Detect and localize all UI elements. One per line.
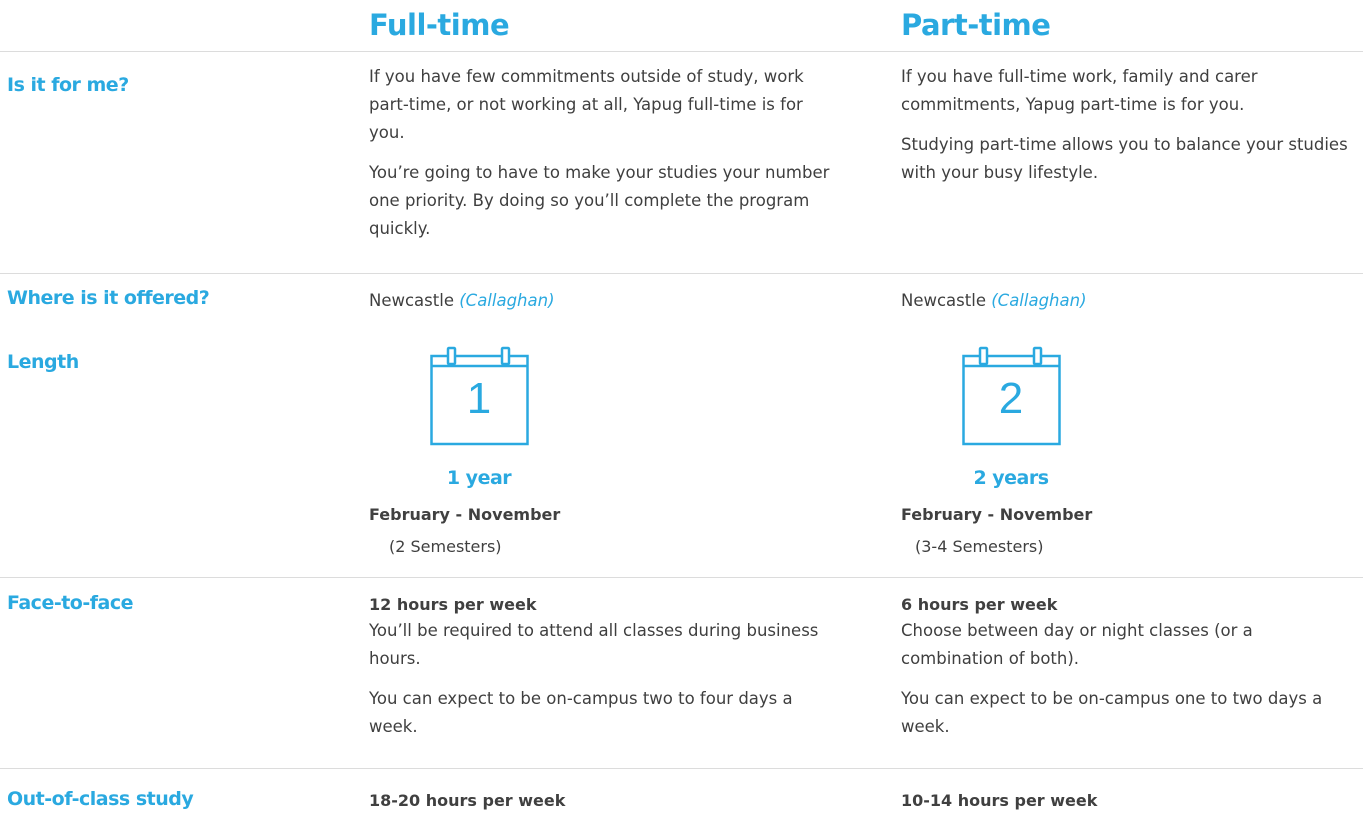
for-me-full-time-paragraph-2: You’re going to have to make your studie… xyxy=(369,163,830,238)
row-label-out-of-class-study: Out-of-class study xyxy=(7,788,194,810)
out-of-class-part-time-hours: 10-14 hours per week xyxy=(901,791,1098,810)
face-to-face-full-time: 12 hours per week You’ll be required to … xyxy=(369,593,834,753)
face-to-face-part-time-hours: 6 hours per week xyxy=(901,595,1058,614)
offered-part-time: Newcastle (Callaghan) xyxy=(901,287,1087,315)
length-full-time-semesters: (2 Semesters) xyxy=(389,537,502,556)
calendar-number: 2 xyxy=(998,374,1024,423)
face-to-face-full-time-paragraph-2: You can expect to be on-campus two to fo… xyxy=(369,689,793,736)
offered-part-time-campus: (Callaghan) xyxy=(991,291,1087,310)
length-part-time-semesters: (3-4 Semesters) xyxy=(915,537,1044,556)
for-me-part-time-paragraph-2: Studying part-time allows you to balance… xyxy=(901,135,1348,182)
for-me-full-time-paragraph-1: If you have few commitments outside of s… xyxy=(369,67,804,142)
row-label-where-offered: Where is it offered? xyxy=(7,287,210,309)
length-part-time-duration: 2 years xyxy=(973,467,1049,489)
column-heading-part-time: Part-time xyxy=(901,8,1051,42)
face-to-face-part-time-paragraph-1: Choose between day or night classes (or … xyxy=(901,621,1253,668)
offered-part-time-city: Newcastle xyxy=(901,291,986,310)
column-heading-full-time: Full-time xyxy=(369,8,510,42)
length-full-time-months: February - November xyxy=(369,505,561,524)
divider xyxy=(0,51,1363,52)
divider xyxy=(0,577,1363,578)
row-label-face-to-face: Face-to-face xyxy=(7,592,133,614)
out-of-class-full-time-hours: 18-20 hours per week xyxy=(369,791,566,810)
row-label-length: Length xyxy=(7,351,79,373)
calendar-icon: 2 xyxy=(962,346,1066,446)
face-to-face-full-time-paragraph-1: You’ll be required to attend all classes… xyxy=(369,621,819,668)
face-to-face-part-time: 6 hours per week Choose between day or n… xyxy=(901,593,1356,753)
for-me-part-time: If you have full-time work, family and c… xyxy=(901,63,1356,199)
calendar-number: 1 xyxy=(466,374,492,423)
calendar-icon: 1 xyxy=(430,346,534,446)
for-me-full-time: If you have few commitments outside of s… xyxy=(369,63,834,255)
offered-full-time-campus: (Callaghan) xyxy=(459,291,555,310)
divider xyxy=(0,768,1363,769)
face-to-face-full-time-hours: 12 hours per week xyxy=(369,595,537,614)
row-label-is-it-for-me: Is it for me? xyxy=(7,74,129,96)
length-part-time-months: February - November xyxy=(901,505,1093,524)
offered-full-time: Newcastle (Callaghan) xyxy=(369,287,555,315)
face-to-face-part-time-paragraph-2: You can expect to be on-campus one to tw… xyxy=(901,689,1323,736)
divider xyxy=(0,273,1363,274)
length-full-time-duration: 1 year xyxy=(446,467,512,489)
for-me-part-time-paragraph-1: If you have full-time work, family and c… xyxy=(901,67,1258,114)
offered-full-time-city: Newcastle xyxy=(369,291,454,310)
